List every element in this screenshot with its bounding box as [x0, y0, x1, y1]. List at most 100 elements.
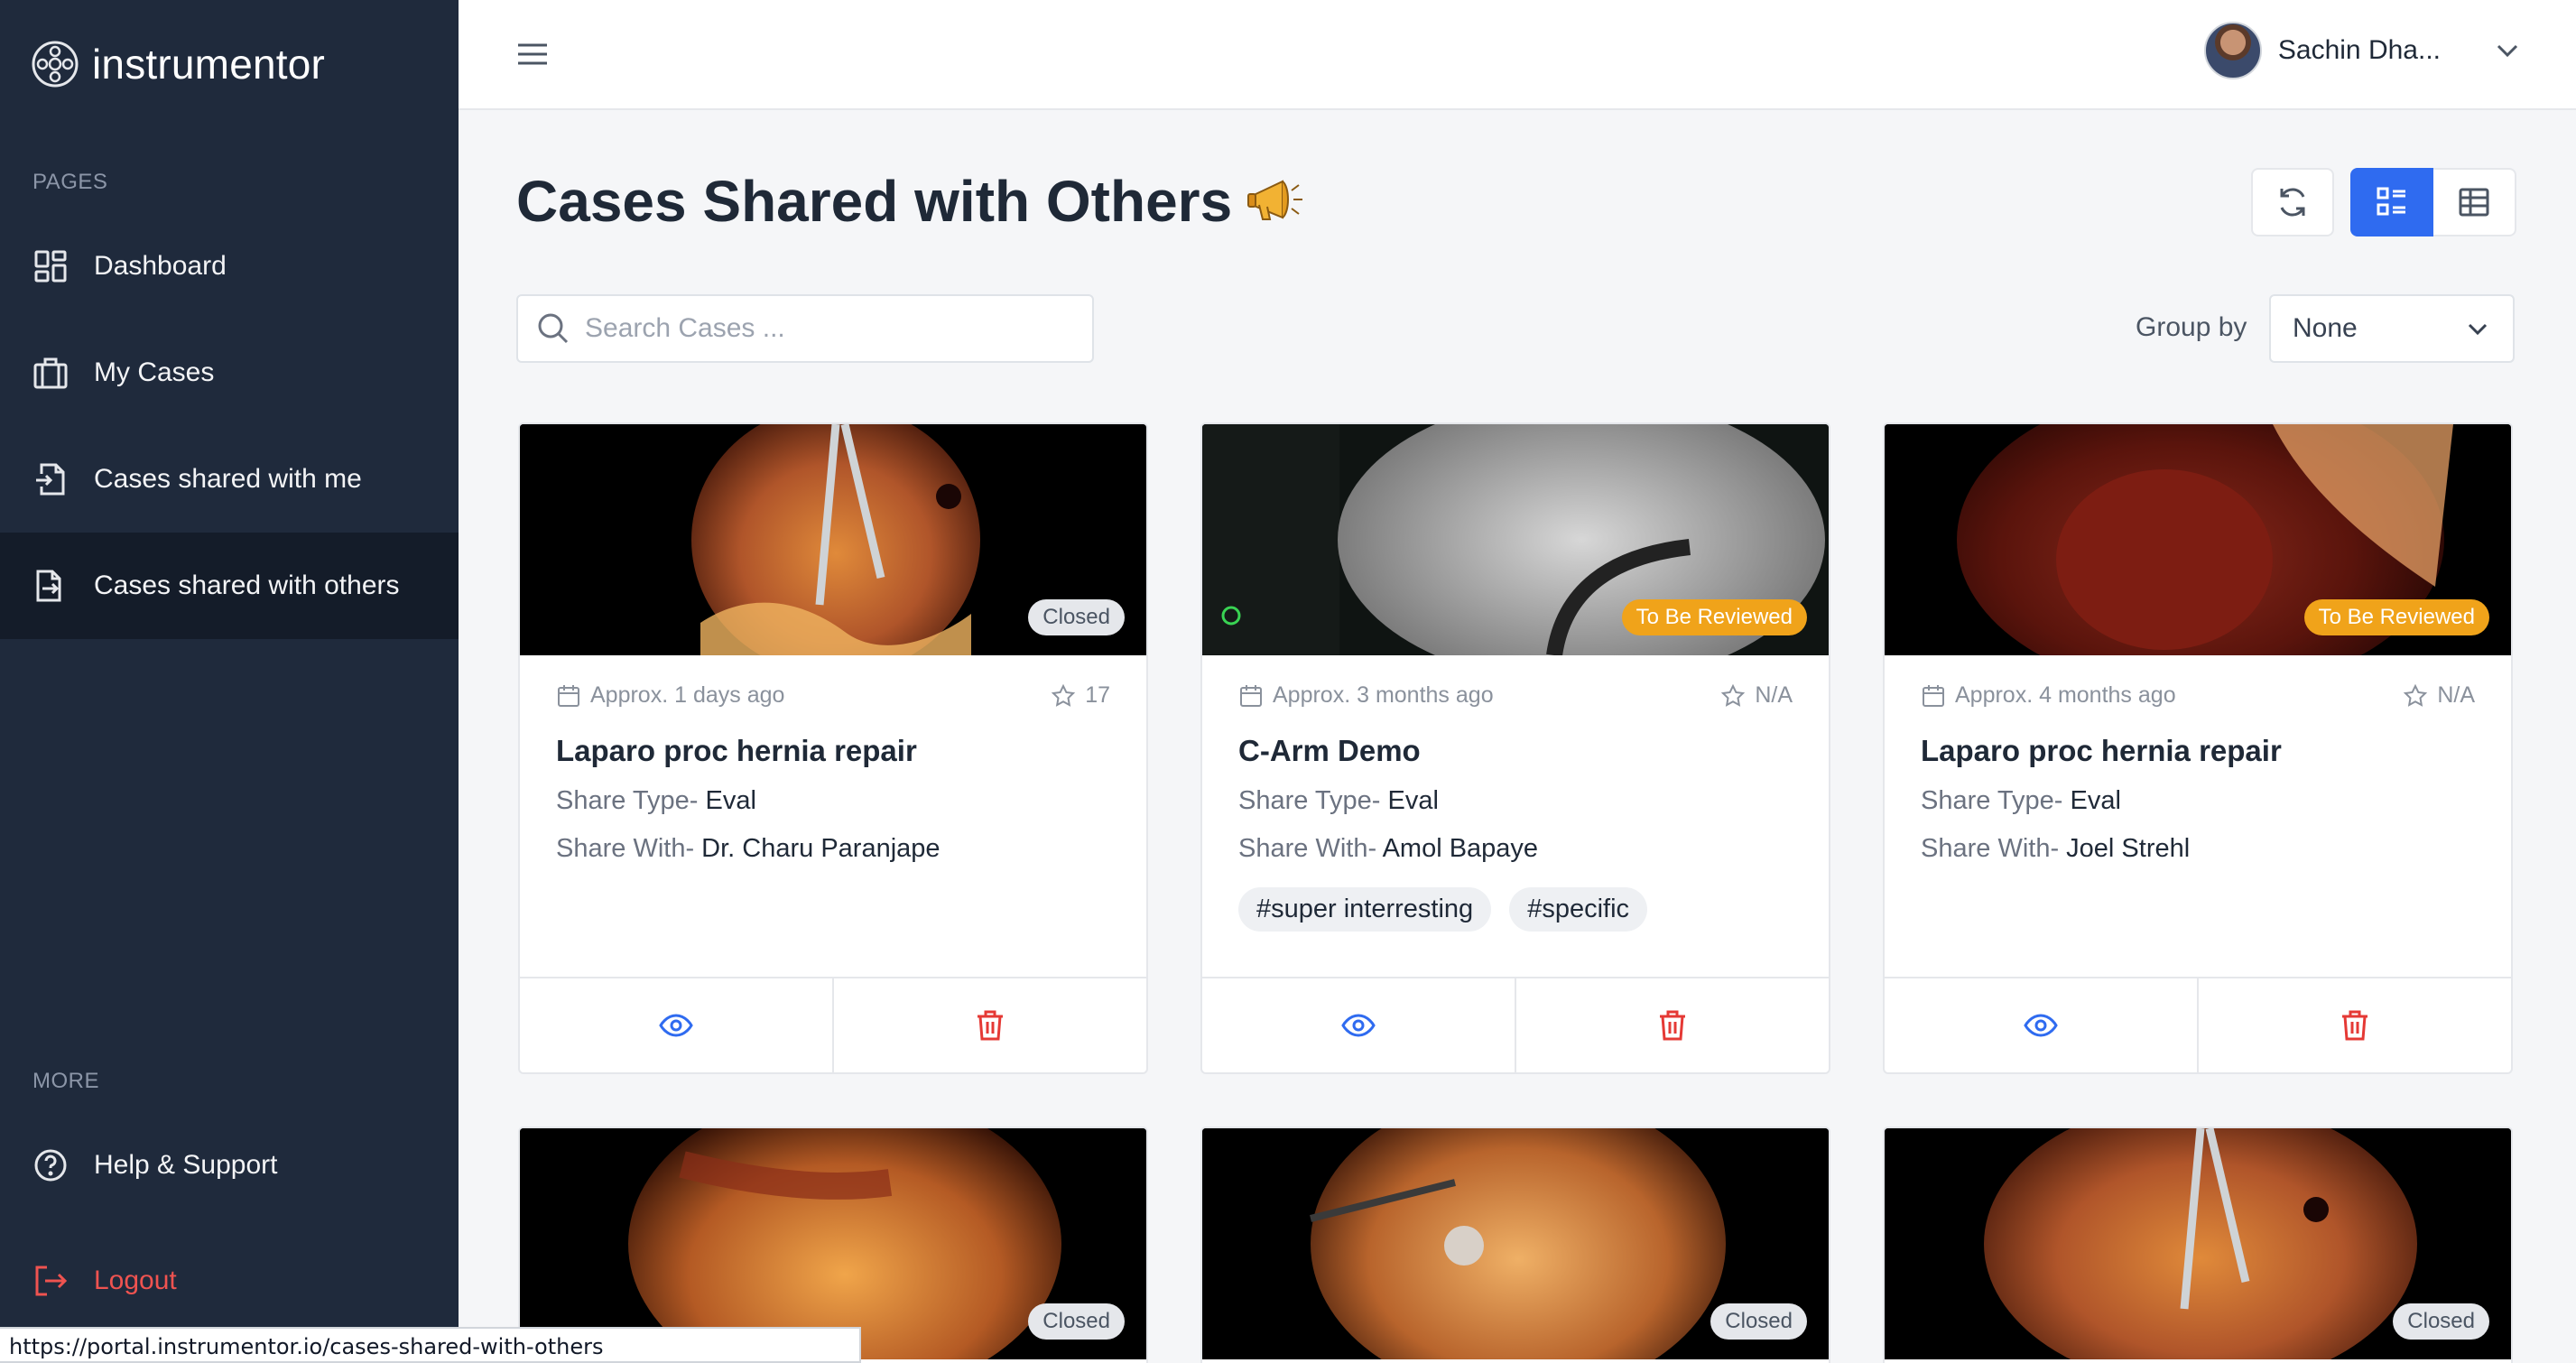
table-view-button[interactable]: [2433, 168, 2516, 236]
share-type-value: Eval: [2070, 786, 2121, 815]
page-title: Cases Shared with Others: [516, 168, 1306, 235]
sidebar-item-cases-shared-with-others[interactable]: Cases shared with others: [0, 533, 459, 639]
delete-case-button[interactable]: [2197, 978, 2511, 1072]
case-date: Approx. 1 days ago: [556, 682, 784, 709]
megaphone-icon: [1247, 180, 1303, 220]
dashboard-icon: [34, 250, 67, 283]
case-meta: Approx. 4 months ago N/A: [1921, 682, 2475, 709]
help-circle-icon: [34, 1149, 67, 1182]
instrumentor-logo-icon: [32, 41, 79, 88]
case-card[interactable]: Closed: [1200, 1127, 1830, 1363]
case-card-body: Approx. 3 months ago N/A C-Arm Demo Shar…: [1202, 655, 1829, 977]
view-case-button[interactable]: [1885, 978, 2197, 1072]
case-date: Approx. 3 months ago: [1238, 682, 1494, 709]
status-badge: Closed: [1028, 599, 1125, 635]
case-thumbnail[interactable]: Closed: [520, 424, 1146, 655]
case-thumbnail[interactable]: Closed: [1885, 1128, 2511, 1359]
calendar-icon: [558, 684, 579, 707]
search-box[interactable]: [516, 294, 1094, 363]
share-type: Share Type- Eval: [1921, 786, 2475, 816]
view-case-button[interactable]: [520, 978, 832, 1072]
status-badge: To Be Reviewed: [2303, 599, 2489, 635]
topbar: Sachin Dha...: [459, 0, 2576, 110]
hamburger-menu-icon[interactable]: [513, 34, 552, 74]
case-actions: [1202, 977, 1829, 1072]
pages-section-label: PAGES: [32, 170, 108, 194]
chevron-down-icon: [2468, 323, 2488, 336]
group-by-label: Group by: [2136, 312, 2247, 342]
case-card[interactable]: Closed Approx. 1 days ago 17 Laparo proc…: [518, 422, 1148, 1074]
sidebar-item-help-support[interactable]: Help & Support: [0, 1112, 459, 1219]
delete-case-button[interactable]: [1515, 978, 1829, 1072]
share-type: Share Type- Eval: [556, 786, 1110, 816]
case-rating[interactable]: N/A: [1720, 682, 1793, 709]
file-export-icon: [36, 570, 61, 602]
file-import-icon: [36, 463, 65, 496]
user-menu[interactable]: Sachin Dha...: [2203, 22, 2522, 79]
case-thumbnail[interactable]: To Be Reviewed: [1885, 424, 2511, 655]
case-meta: Approx. 1 days ago 17: [556, 682, 1110, 709]
user-name: Sachin Dha...: [2277, 35, 2441, 65]
card-view-icon: [2377, 187, 2405, 216]
sidebar-item-label: Help & Support: [94, 1150, 278, 1180]
group-by-select[interactable]: None: [2269, 294, 2515, 363]
trash-icon: [2342, 1010, 2368, 1041]
case-rating[interactable]: N/A: [2403, 682, 2475, 709]
share-type-label: Share Type-: [556, 786, 699, 815]
tag-chip[interactable]: #specific: [1509, 887, 1648, 932]
status-badge: Closed: [2393, 1303, 2489, 1340]
case-rating-text: N/A: [1755, 682, 1793, 708]
share-type-value: Eval: [1387, 786, 1439, 815]
case-thumbnail[interactable]: Closed: [1202, 1128, 1829, 1359]
logout-label: Logout: [94, 1266, 177, 1295]
case-card-body: Approx. 1 days ago 17 Laparo proc hernia…: [520, 655, 1146, 977]
case-meta: Approx. 3 months ago N/A: [1238, 682, 1793, 709]
case-date-text: Approx. 1 days ago: [590, 682, 785, 708]
briefcase-icon: [33, 357, 68, 389]
browser-status-url: https://portal.instrumentor.io/cases-sha…: [0, 1327, 861, 1363]
tag-chip[interactable]: #super interresting: [1238, 887, 1492, 932]
case-card[interactable]: To Be Reviewed Approx. 4 months ago N/A …: [1883, 422, 2513, 1074]
sidebar-item-dashboard[interactable]: Dashboard: [0, 213, 459, 320]
more-section-label: MORE: [32, 1069, 99, 1093]
case-card[interactable]: Closed: [1883, 1127, 2513, 1363]
case-rating[interactable]: 17: [1051, 682, 1110, 709]
share-with-label: Share With-: [1921, 834, 2060, 863]
case-card[interactable]: To Be Reviewed Approx. 3 months ago N/A …: [1200, 422, 1830, 1074]
sidebar-item-my-cases[interactable]: My Cases: [0, 320, 459, 426]
eye-icon: [1341, 1014, 1376, 1037]
status-badge: Closed: [1028, 1303, 1125, 1340]
case-date-text: Approx. 3 months ago: [1273, 682, 1494, 708]
star-icon: [1721, 683, 1746, 707]
case-actions: [520, 977, 1146, 1072]
status-badge: To Be Reviewed: [1621, 599, 1807, 635]
card-view-button[interactable]: [2350, 168, 2433, 236]
share-with: Share With- Joel Strehl: [1921, 834, 2475, 864]
share-with: Share With- Amol Bapaye: [1238, 834, 1793, 864]
table-view-icon: [2459, 188, 2489, 217]
delete-case-button[interactable]: [832, 978, 1146, 1072]
case-title: Laparo proc hernia repair: [556, 734, 917, 767]
case-title: Laparo proc hernia repair: [1921, 734, 2282, 767]
share-with: Share With- Dr. Charu Paranjape: [556, 834, 1110, 864]
eye-icon: [2024, 1014, 2058, 1037]
brand[interactable]: instrumentor: [31, 40, 325, 88]
case-thumbnail[interactable]: Closed: [520, 1128, 1146, 1359]
share-with-label: Share With-: [1238, 834, 1377, 863]
calendar-icon: [1240, 684, 1262, 707]
share-with-label: Share With-: [556, 834, 695, 863]
case-thumbnail[interactable]: To Be Reviewed: [1202, 424, 1829, 655]
sidebar-item-label: Dashboard: [94, 251, 227, 281]
refresh-button[interactable]: [2251, 168, 2334, 236]
group-by-value: None: [2293, 313, 2358, 343]
view-case-button[interactable]: [1202, 978, 1515, 1072]
star-icon: [1051, 683, 1076, 707]
logout-button[interactable]: Logout: [0, 1228, 459, 1334]
case-tags: #super interresting #specific: [1238, 887, 1793, 932]
search-input[interactable]: [585, 313, 1054, 344]
status-badge: Closed: [1710, 1303, 1807, 1340]
share-with-value: Amol Bapaye: [1382, 834, 1539, 863]
chevron-down-icon: [2497, 44, 2518, 58]
refresh-icon: [2280, 188, 2305, 217]
sidebar-item-cases-shared-with-me[interactable]: Cases shared with me: [0, 426, 459, 533]
